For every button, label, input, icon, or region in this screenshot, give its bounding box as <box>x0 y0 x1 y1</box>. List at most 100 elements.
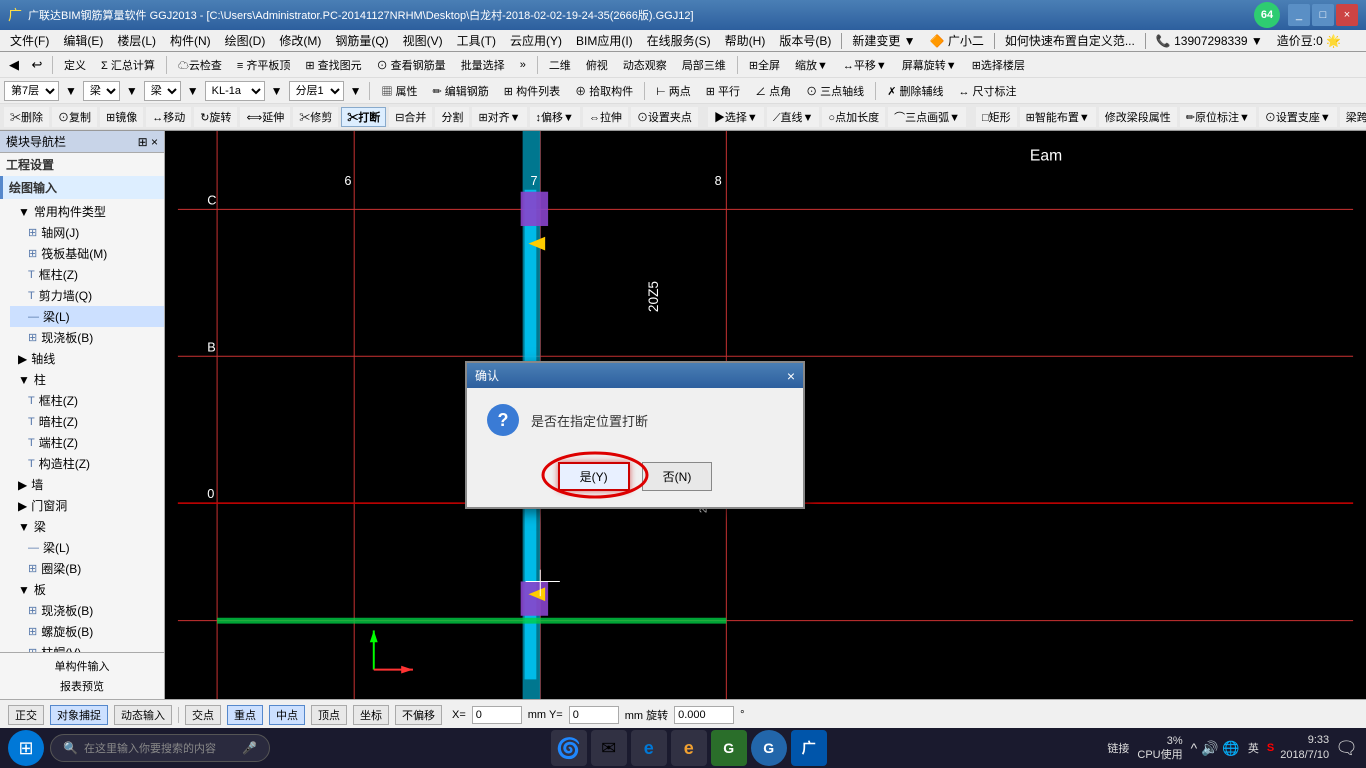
tb-select-floor[interactable]: ⊞选择楼层 <box>966 55 1031 75</box>
menu-rebar[interactable]: 钢筋量(Q) <box>329 30 394 51</box>
menu-edit[interactable]: 编辑(E) <box>57 30 109 51</box>
tb-delete[interactable]: ✂删除 <box>4 107 49 127</box>
tb-align[interactable]: ⊞对齐▼ <box>472 107 526 127</box>
tree-wall-group[interactable]: ▶ 墙 <box>0 474 164 495</box>
menu-modify[interactable]: 修改(M) <box>273 30 327 51</box>
tree-beam-group[interactable]: ▼ 梁 <box>0 516 164 537</box>
menu-help[interactable]: 帮助(H) <box>719 30 772 51</box>
orthogonal-btn[interactable]: 正交 <box>8 705 44 725</box>
section-project[interactable]: 工程设置 <box>0 153 164 176</box>
tb-extend[interactable]: ⟺延伸 <box>240 107 290 127</box>
tree-raft[interactable]: ⊞筏板基础(M) <box>10 243 164 264</box>
tree-col[interactable]: T框柱(Z) <box>10 264 164 285</box>
component-name-select[interactable]: KL-1a <box>205 81 265 101</box>
tree-gjz[interactable]: T构造柱(Z) <box>10 453 164 474</box>
tree-shearwall[interactable]: T剪力墙(Q) <box>10 285 164 306</box>
tree-ql[interactable]: ⊞圈梁(B) <box>10 558 164 579</box>
component-type-select[interactable]: 梁 <box>144 81 181 101</box>
tb-select-tool[interactable]: ▶选择▼ <box>708 107 764 127</box>
tree-dz[interactable]: T端柱(Z) <box>10 432 164 453</box>
menu-draw[interactable]: 绘图(D) <box>219 30 272 51</box>
tb-merge[interactable]: ⊟合并 <box>389 107 432 127</box>
maximize-button[interactable]: □ <box>1312 4 1334 26</box>
single-input-btn[interactable]: 单构件输入 <box>3 656 161 676</box>
no-offset-btn[interactable]: 不偏移 <box>395 705 442 725</box>
search-box[interactable]: 🔍 在这里输入你要搜索的内容 🎤 <box>50 734 270 762</box>
menu-phone[interactable]: 📞 13907298339 ▼ <box>1150 32 1269 50</box>
tb-rect[interactable]: □矩形 <box>976 107 1017 127</box>
sys-icons[interactable]: ^ 🔊 🌐 <box>1191 740 1240 757</box>
tb-view-rebar[interactable]: ⊙ 查看钢筋量 <box>371 55 452 75</box>
canvas-area[interactable]: C B 0 6 7 8 KL-7 300*600 KL-1(4) 2C8@1 2… <box>165 131 1366 699</box>
tree-slab[interactable]: ⊞现浇板(B) <box>10 327 164 348</box>
tb-mirror[interactable]: ⊞镜像 <box>100 107 143 127</box>
tb-level-top[interactable]: ≡ 齐平板顶 <box>231 55 296 75</box>
taskbar-app-cortana[interactable]: 🌀 <box>551 730 587 766</box>
tb-rotate[interactable]: 屏幕旋转▼ <box>896 55 963 75</box>
nav-panel-controls[interactable]: ⊞ × <box>138 135 158 149</box>
tb-pick-component[interactable]: ⊕ 拾取构件 <box>569 81 639 101</box>
snap-btn[interactable]: 对象捕捉 <box>50 705 108 725</box>
taskbar-notification[interactable]: 🗨 <box>1335 738 1358 759</box>
tree-az[interactable]: T暗柱(Z) <box>10 411 164 432</box>
tb-line[interactable]: ⟋直线▼ <box>767 107 820 127</box>
coord-btn[interactable]: 坐标 <box>353 705 389 725</box>
tb-pan[interactable]: ↔平移▼ <box>837 55 893 75</box>
section-draw[interactable]: 绘图输入 <box>0 176 164 199</box>
tb-two-point[interactable]: ⊢ 两点 <box>650 81 697 101</box>
menu-version[interactable]: 版本号(B) <box>773 30 837 51</box>
y-input[interactable] <box>569 706 619 724</box>
tb-back[interactable]: ◀ <box>4 55 24 75</box>
tb-define[interactable]: 定义 <box>58 55 92 75</box>
vertex-btn[interactable]: 顶点 <box>311 705 347 725</box>
tb-three-point[interactable]: ⊙ 三点轴线 <box>800 81 870 101</box>
tb-del-aux[interactable]: ✗ 删除辅线 <box>881 81 949 101</box>
menu-new-change[interactable]: 新建变更 ▼ <box>846 30 921 51</box>
tree-common[interactable]: ▼ 常用构件类型 <box>0 201 164 222</box>
start-button[interactable]: ⊞ <box>8 730 44 766</box>
report-preview-btn[interactable]: 报表预览 <box>3 676 161 696</box>
tb-parallel[interactable]: ⊞ 平行 <box>700 81 746 101</box>
tree-door-group[interactable]: ▶ 门窗洞 <box>0 495 164 516</box>
taskbar-app-mail[interactable]: ✉ <box>591 730 627 766</box>
taskbar-app-circle[interactable]: G <box>751 730 787 766</box>
tb-stretch[interactable]: ⇔拉伸 <box>583 107 628 127</box>
sublayer-select[interactable]: 分层1 <box>289 81 344 101</box>
taskbar-app-green[interactable]: G <box>711 730 747 766</box>
tb-component-list[interactable]: ⊞ 构件列表 <box>498 81 566 101</box>
dialog-close-button[interactable]: × <box>787 368 795 384</box>
menu-view[interactable]: 视图(V) <box>397 30 449 51</box>
menu-online[interactable]: 在线服务(S) <box>641 30 717 51</box>
menu-cloud[interactable]: 云应用(Y) <box>504 30 568 51</box>
tb-edit-rebar[interactable]: ✏ 编辑钢筋 <box>427 81 495 101</box>
tb-local-3d[interactable]: 局部三维 <box>676 55 732 75</box>
dynamic-input-btn[interactable]: 动态输入 <box>114 705 172 725</box>
tb-inplace-mark[interactable]: ✏原位标注▼ <box>1180 107 1256 127</box>
tb-break[interactable]: ✂打断 <box>341 107 386 127</box>
tb-more1[interactable]: » <box>514 57 532 73</box>
tb-rotate-action[interactable]: ↻旋转 <box>194 107 237 127</box>
tb-offset[interactable]: ↕偏移▼ <box>530 107 580 127</box>
tree-kz[interactable]: T框柱(Z) <box>10 390 164 411</box>
tb-set-support[interactable]: ⊙设置支座▼ <box>1259 107 1337 127</box>
menu-quick-set[interactable]: 如何快速布置自定义范... <box>999 30 1141 51</box>
intersection-btn[interactable]: 交点 <box>185 705 221 725</box>
tb-zoom[interactable]: 缩放▼ <box>789 55 834 75</box>
x-input[interactable] <box>472 706 522 724</box>
tb-fullscreen[interactable]: ⊞全屏 <box>743 55 786 75</box>
tree-beam[interactable]: —梁(L) <box>10 306 164 327</box>
tb-cloud-check[interactable]: ☁云检查 <box>172 55 228 75</box>
tree-axis-group[interactable]: ▶ 轴线 <box>0 348 164 369</box>
tb-dynamic[interactable]: 动态观察 <box>617 55 673 75</box>
midpoint-btn[interactable]: 重点 <box>227 705 263 725</box>
tree-xjb[interactable]: ⊞现浇板(B) <box>10 600 164 621</box>
menu-bim[interactable]: BIM应用(I) <box>570 30 639 51</box>
tree-l[interactable]: —梁(L) <box>10 537 164 558</box>
tb-top-view[interactable]: 俯视 <box>580 55 614 75</box>
tree-axis[interactable]: ⊞轴网(J) <box>10 222 164 243</box>
tree-col-group[interactable]: ▼ 柱 <box>0 369 164 390</box>
tb-property[interactable]: ▦ 属性 <box>375 81 423 101</box>
tb-arc[interactable]: ⌒三点画弧▼ <box>888 107 966 127</box>
taskbar-app-ie[interactable]: e <box>671 730 707 766</box>
menu-floor[interactable]: 楼层(L) <box>111 30 162 51</box>
